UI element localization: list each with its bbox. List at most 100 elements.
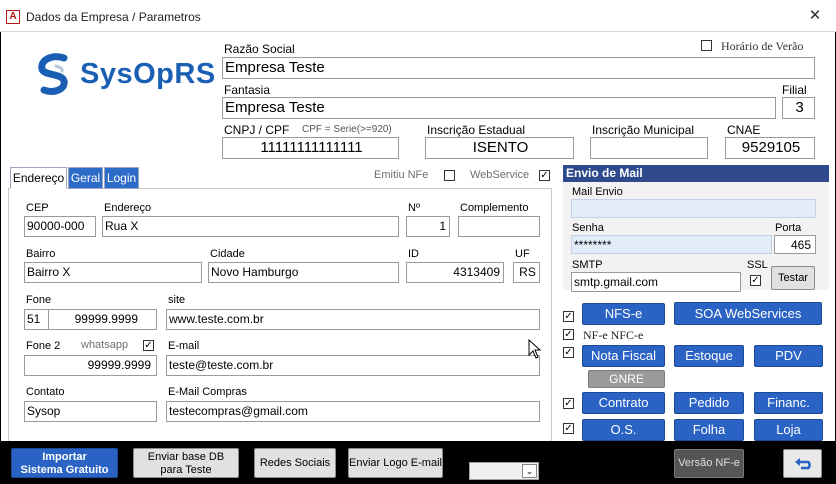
horario-verao-label: Horário de Verão	[721, 39, 804, 53]
pedido-button[interactable]: Pedido	[674, 392, 744, 414]
testar-button[interactable]: Testar	[771, 266, 815, 290]
cnae-input[interactable]: 9529105	[725, 137, 815, 159]
cnpj-input[interactable]: 11111111111111	[222, 137, 399, 159]
email-compras-input[interactable]: testecompras@gmail.com	[166, 401, 540, 422]
numero-label: Nº	[408, 202, 420, 214]
webservice-checkbox[interactable]: ✓	[539, 170, 550, 181]
nfe-nfce-checkbox[interactable]: ✓	[563, 329, 574, 340]
tab-endereco[interactable]: Endereço	[10, 167, 67, 189]
emitiu-nfe-label: Emitiu NFe	[374, 169, 429, 181]
smtp-label: SMTP	[572, 259, 603, 271]
contato-input[interactable]: Sysop	[24, 401, 157, 422]
logo-swoosh-icon	[34, 52, 74, 96]
enviar-base-line1: Enviar base DB	[147, 451, 225, 463]
smtp-input[interactable]: smtp.gmail.com	[571, 272, 741, 292]
soa-webservices-button[interactable]: SOA WebServices	[674, 302, 822, 325]
logo-text: SysOpRS	[80, 58, 216, 90]
id-label: ID	[408, 248, 419, 260]
porta-input[interactable]: 465	[774, 235, 816, 254]
site-input[interactable]: www.teste.com.br	[166, 309, 540, 330]
financ-button[interactable]: Financ.	[754, 392, 823, 414]
id-input[interactable]: 4313409	[406, 262, 504, 283]
inscricao-municipal-label: Inscrição Municipal	[592, 123, 695, 137]
nfe-nfce-label: NF-e NFC-e	[583, 328, 644, 342]
cnpj-hint: CPF = Serie(>=920)	[302, 124, 392, 135]
versao-nfe-button[interactable]: Versão NF-e	[674, 449, 744, 478]
bairro-input[interactable]: Bairro X	[24, 262, 202, 283]
importar-line1: Importar	[42, 451, 87, 463]
inscricao-estadual-input[interactable]: ISENTO	[425, 137, 574, 159]
undo-arrow-icon	[795, 458, 811, 470]
bairro-label: Bairro	[26, 248, 56, 260]
mail-header: Envio de Mail	[563, 165, 829, 182]
razao-social-input[interactable]: Empresa Teste	[222, 57, 815, 79]
nfse-button[interactable]: NFS-e	[582, 303, 665, 325]
filial-input[interactable]: 3	[782, 97, 815, 119]
contrato-checkbox[interactable]: ✓	[563, 398, 574, 409]
whatsapp-label: whatsapp	[81, 339, 129, 351]
cidade-label: Cidade	[210, 248, 245, 260]
fone-input[interactable]: 99999.9999	[48, 309, 157, 330]
fone-label: Fone	[26, 294, 52, 306]
site-label: site	[168, 294, 186, 306]
undo-button[interactable]	[783, 449, 822, 478]
mail-envio-label: Mail Envio	[572, 186, 623, 198]
email-label: E-mail	[168, 340, 200, 352]
cnpj-label: CNPJ / CPF	[224, 123, 290, 137]
close-icon[interactable]: ✕	[804, 6, 826, 26]
fone-ddd-input[interactable]: 51	[24, 309, 49, 330]
inscricao-estadual-label: Inscrição Estadual	[427, 123, 526, 137]
cep-label: CEP	[26, 202, 49, 214]
cnae-label: CNAE	[727, 123, 761, 137]
bottom-dropdown[interactable]: ⌄	[469, 462, 539, 480]
uf-input[interactable]: RS	[513, 262, 540, 283]
window-title: Dados da Empresa / Parametros	[26, 10, 201, 24]
email-compras-label: E-Mail Compras	[168, 386, 247, 398]
os-button[interactable]: O.S.	[582, 419, 665, 441]
endereco-label: Endereço	[104, 202, 152, 214]
redes-sociais-button[interactable]: Redes Sociais	[254, 448, 336, 478]
complemento-input[interactable]	[458, 216, 540, 237]
tab-login[interactable]: Login	[104, 167, 139, 189]
contrato-button[interactable]: Contrato	[582, 392, 665, 414]
nota-fiscal-button[interactable]: Nota Fiscal	[582, 345, 665, 367]
uf-label: UF	[515, 248, 530, 260]
porta-label: Porta	[775, 222, 802, 234]
enviar-base-db-button[interactable]: Enviar base DB para Teste	[133, 448, 239, 478]
nfse-checkbox[interactable]: ✓	[563, 311, 574, 322]
fantasia-input[interactable]: Empresa Teste	[222, 97, 776, 119]
pdv-button[interactable]: PDV	[754, 345, 823, 367]
cidade-input[interactable]: Novo Hamburgo	[208, 262, 399, 283]
ssl-checkbox[interactable]: ✓	[750, 275, 761, 286]
mouse-cursor-icon	[528, 338, 542, 362]
webservice-label: WebService	[470, 169, 530, 181]
endereco-input[interactable]: Rua X	[102, 216, 399, 237]
razao-social-label: Razão Social	[224, 42, 295, 56]
folha-button[interactable]: Folha	[674, 419, 744, 441]
numero-input[interactable]: 1	[406, 216, 450, 237]
email-input[interactable]: teste@teste.com.br	[166, 355, 540, 376]
mail-envio-input[interactable]	[571, 199, 816, 218]
fone2-label: Fone 2	[26, 340, 61, 352]
senha-input[interactable]: ********	[571, 235, 772, 254]
gnre-button[interactable]: GNRE	[588, 370, 665, 388]
cep-input[interactable]: 90000-000	[24, 216, 96, 237]
estoque-button[interactable]: Estoque	[674, 345, 744, 367]
filial-label: Filial	[782, 83, 807, 97]
nota-fiscal-checkbox[interactable]: ✓	[563, 347, 574, 358]
os-checkbox[interactable]: ✓	[563, 423, 574, 434]
importar-sistema-button[interactable]: Importar Sistema Gratuito	[11, 448, 118, 478]
fantasia-label: Fantasia	[224, 83, 271, 97]
chevron-down-icon[interactable]: ⌄	[522, 464, 537, 478]
importar-line2: Sistema Gratuito	[20, 464, 109, 476]
app-icon: A	[6, 10, 20, 24]
whatsapp-checkbox[interactable]: ✓	[143, 340, 154, 351]
enviar-base-line2: para Teste	[160, 464, 212, 476]
enviar-logo-email-button[interactable]: Enviar Logo E-mail	[348, 448, 443, 478]
loja-button[interactable]: Loja	[754, 419, 823, 441]
horario-verao-checkbox[interactable]	[701, 40, 712, 51]
fone2-input[interactable]: 99999.9999	[24, 355, 157, 376]
tab-geral[interactable]: Geral	[68, 167, 103, 189]
emitiu-nfe-checkbox[interactable]	[444, 170, 455, 181]
inscricao-municipal-input[interactable]	[590, 137, 708, 159]
